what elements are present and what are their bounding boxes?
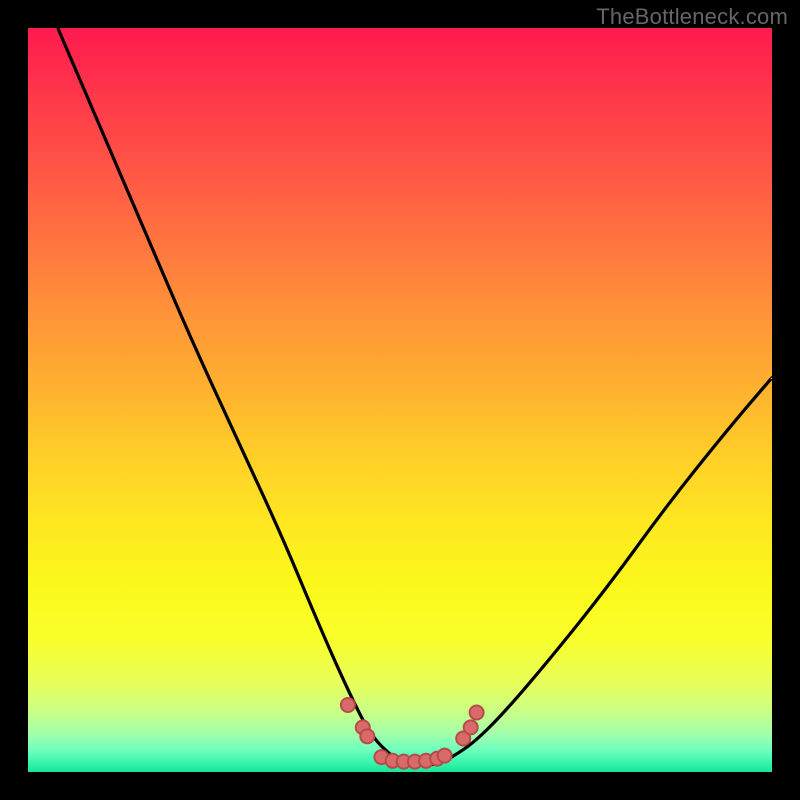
valley-marker	[464, 720, 478, 734]
chart-frame: TheBottleneck.com	[0, 0, 800, 800]
watermark-text: TheBottleneck.com	[596, 4, 788, 30]
valley-marker	[341, 698, 355, 712]
valley-marker	[360, 729, 374, 743]
valley-markers	[341, 698, 484, 769]
valley-marker	[438, 749, 452, 763]
plot-area	[28, 28, 772, 772]
valley-marker	[470, 706, 484, 720]
curve-path	[58, 28, 772, 765]
bottleneck-curve	[28, 28, 772, 772]
